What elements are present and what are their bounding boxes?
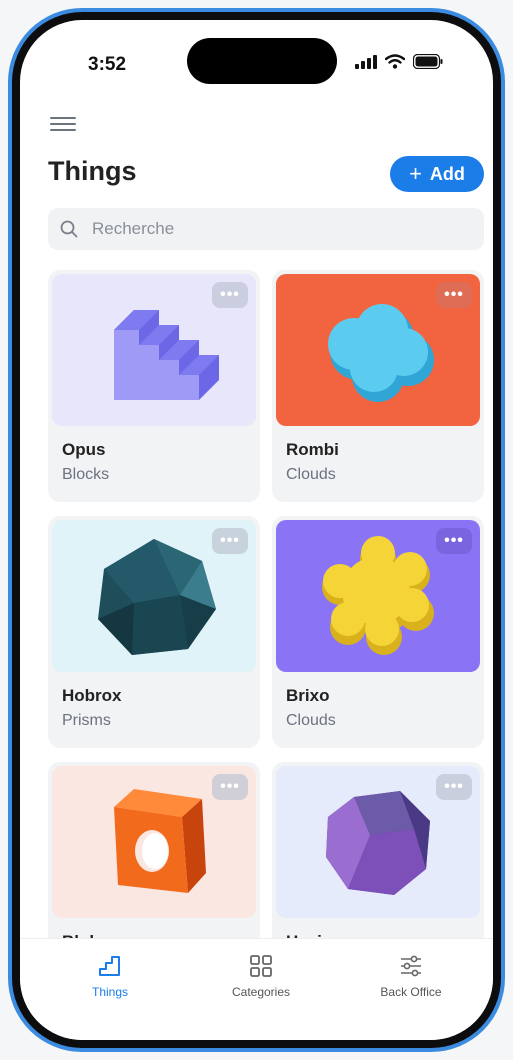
status-icons [355,54,443,69]
add-button-label: Add [429,163,465,184]
thing-image: ••• [52,766,256,918]
thing-category: Prisms [62,712,111,729]
tab-things[interactable]: Things [45,953,175,999]
thing-card[interactable]: ••• Opus Blocks [48,270,260,502]
stairs-icon [99,956,120,976]
more-options-icon[interactable]: ••• [436,774,472,800]
tab-things-label: Things [91,985,129,999]
bottom-nav: Things Categories Back Office [20,938,493,1040]
tab-categories-label: Categories [231,985,291,999]
polyhedron-3d-shape-icon [98,539,216,655]
battery-icon [413,54,443,69]
thing-image: ••• [276,766,480,918]
thing-image: ••• [276,274,480,426]
stairs-3d-shape-icon [114,310,219,400]
flower-3d-shape-icon [322,536,434,655]
app-screen: 3:52 Things + Add Recherche ••• Opus Blo… [20,20,493,1040]
grid-icon [250,955,272,977]
thing-name: Rombi [286,440,339,459]
more-options-icon[interactable]: ••• [212,282,248,308]
thing-category: Clouds [286,712,336,729]
thing-image: ••• [276,520,480,672]
device-bezel: 3:52 Things + Add Recherche ••• Opus Blo… [12,12,501,1048]
page-title: Things [48,156,137,186]
thing-category: Clouds [286,466,336,483]
thing-name: Hobrox [62,686,122,705]
sliders-icon [401,955,421,977]
device-frame: 3:52 Things + Add Recherche ••• Opus Blo… [8,8,505,1052]
tab-back-office[interactable]: Back Office [346,953,476,999]
more-options-icon[interactable]: ••• [212,774,248,800]
add-button[interactable]: + Add [390,156,484,192]
dynamic-island [187,38,337,84]
thing-image: ••• [52,274,256,426]
thing-card[interactable]: ••• Rombi Clouds [272,270,484,502]
cloud-3d-shape-icon [328,304,434,402]
search-bar[interactable] [48,208,484,250]
search-icon [60,220,78,238]
thing-name: Opus [62,440,106,459]
thing-name: Brixo [286,686,330,705]
more-options-icon[interactable]: ••• [212,528,248,554]
hamburger-menu-icon[interactable] [50,114,76,134]
signal-icon [355,54,377,69]
wifi-icon [385,54,405,69]
more-options-icon[interactable]: ••• [436,528,472,554]
thing-card[interactable]: ••• Brixo Clouds [272,516,484,748]
search-input[interactable] [90,218,450,240]
hexagon-prism-3d-shape-icon [326,791,430,895]
thing-image: ••• [52,520,256,672]
tab-back-office-label: Back Office [380,985,442,999]
thing-card[interactable]: ••• Hobrox Prisms [48,516,260,748]
status-time: 3:52 [88,54,127,75]
thing-category: Blocks [62,466,110,483]
plus-icon: + [409,161,422,186]
things-grid: ••• Opus Blocks ••• Rombi Clouds ••• Hob… [48,270,484,994]
more-options-icon[interactable]: ••• [436,282,472,308]
tab-categories[interactable]: Categories [196,953,326,999]
cube-hole-3d-shape-icon [114,789,206,893]
